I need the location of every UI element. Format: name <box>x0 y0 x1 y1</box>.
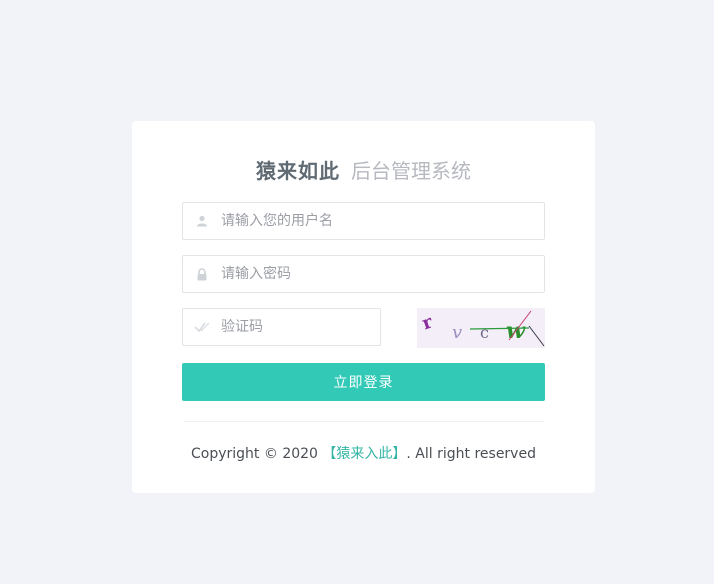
copyright-suffix: . All right reserved <box>406 446 536 462</box>
copyright-prefix: Copyright © 2020 <box>191 446 323 462</box>
copyright: Copyright © 2020 【猿来入此】. All right reser… <box>132 443 595 463</box>
username-input[interactable] <box>221 203 544 239</box>
divider <box>184 421 544 422</box>
brand-name: 猿来如此 <box>255 159 340 183</box>
system-subtitle: 后台管理系统 <box>351 159 472 183</box>
captcha-char-3: c <box>480 323 489 342</box>
login-button[interactable]: 立即登录 <box>182 363 545 401</box>
login-card: 猿来如此 后台管理系统 r <box>132 121 595 493</box>
captcha-char-2: v <box>452 322 462 343</box>
username-field[interactable] <box>182 202 545 240</box>
site-link[interactable]: 【猿来入此】 <box>322 446 406 462</box>
page-title: 猿来如此 后台管理系统 <box>132 155 595 184</box>
captcha-input[interactable] <box>221 309 380 345</box>
password-input[interactable] <box>221 256 544 292</box>
captcha-field[interactable] <box>182 308 381 346</box>
captcha-image[interactable]: r v c w <box>417 308 545 348</box>
user-icon <box>183 203 221 239</box>
lock-icon <box>183 256 221 292</box>
check-icon <box>183 309 221 345</box>
password-field[interactable] <box>182 255 545 293</box>
captcha-char-1: r <box>419 311 436 334</box>
